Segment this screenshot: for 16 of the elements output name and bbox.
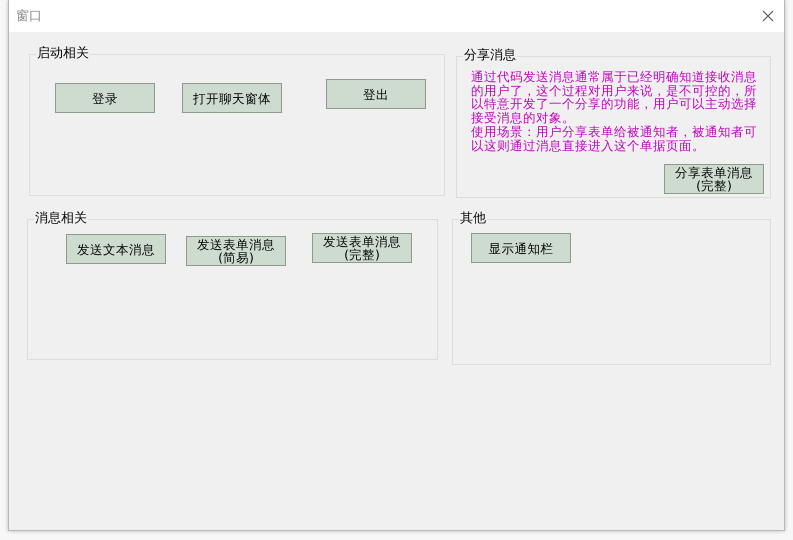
action-button[interactable]: 显示通知栏 — [471, 233, 571, 263]
action-button[interactable]: 发送表单消息 (完整) — [312, 233, 412, 263]
action-button[interactable]: 发送文本消息 — [66, 234, 166, 264]
group-title: 消息相关 — [34, 211, 88, 227]
action-button[interactable]: 打开聊天窗体 — [182, 83, 282, 113]
group-title: 启动相关 — [36, 46, 90, 62]
action-button[interactable]: 分享表单消息 (完整) — [664, 164, 764, 194]
action-button[interactable]: 登出 — [326, 79, 426, 109]
action-button[interactable]: 发送表单消息 (简易) — [186, 236, 286, 266]
action-button[interactable]: 登录 — [55, 83, 155, 113]
group-title: 其他 — [459, 211, 487, 227]
window-title: 窗口 — [16, 8, 42, 25]
info-text: 使用场景：用户分享表单给被通知者，被通知者可以这则通过消息直接进入这个单据页面。 — [471, 124, 758, 152]
info-text: 通过代码发送消息通常属于已经明确知道接收消息的用户了，这个过程对用户来说，是不可控的，所以特意开发了一个分享的功能，用户可以主动选择接受消息的对象。 — [471, 70, 758, 125]
close-icon[interactable] — [762, 10, 774, 22]
group-title: 分享消息 — [463, 48, 517, 64]
